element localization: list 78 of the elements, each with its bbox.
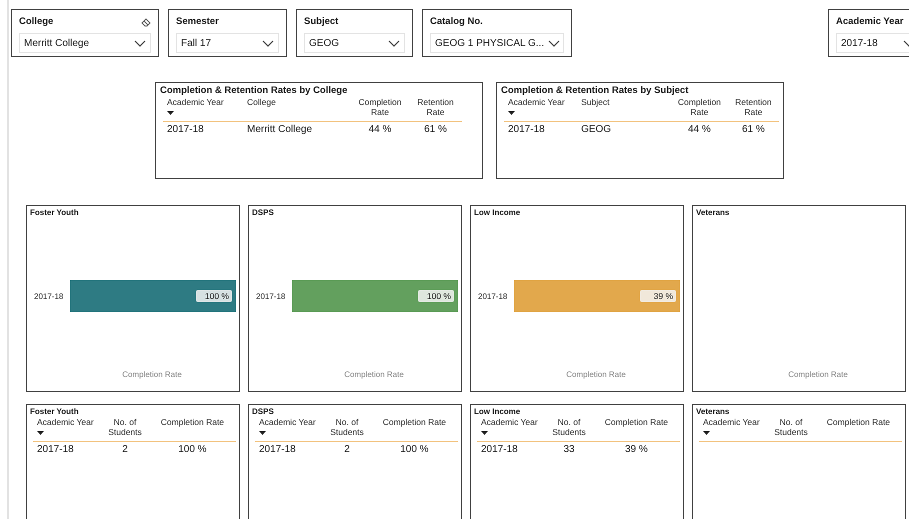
table-cell: 2017-18 [508,124,545,135]
chevron-icon [388,40,400,46]
chevron-icon [134,40,146,46]
filter-label: College [19,16,54,27]
column-header[interactable]: Academic Year [33,416,102,442]
table-cell: 2017-18 [37,444,74,455]
column-header[interactable]: Completion Rate [592,416,680,442]
column-header[interactable]: No. of Students [545,416,593,442]
table-title: Foster Youth [30,407,80,416]
table-cell: 33 [563,444,575,455]
table-title: Veterans [696,407,730,416]
table-cell: 2017-18 [481,444,518,455]
table-title: Completion & Retention Rates by Subject [501,85,690,96]
table-cell: 2 [344,444,350,455]
column-header[interactable]: College [243,96,351,122]
sort-arrow-icon [37,430,44,435]
axis-title: Completion Rate [788,370,848,379]
column-header[interactable]: Completion Rate [370,416,458,442]
column-header[interactable]: Academic Year [504,96,578,122]
column-header[interactable]: Academic Year [699,416,768,442]
table-title: DSPS [252,407,275,416]
data-label: 100 % [418,290,454,302]
axis-title: Completion Rate [566,370,626,379]
chart-title: DSPS [252,208,275,217]
axis-title: Completion Rate [122,370,182,379]
column-header[interactable]: Completion Rate [351,96,409,122]
table-title: Completion & Retention Rates by College [160,85,348,96]
column-header[interactable]: Subject [577,96,672,122]
column-header[interactable]: No. of Students [323,416,371,442]
filter-dropdown[interactable]: Merritt College [19,33,151,53]
filter-label: Academic Year [836,16,904,27]
sort-arrow-icon [259,430,266,435]
column-header[interactable]: Academic Year [255,416,324,442]
column-header[interactable]: Academic Year [163,96,243,122]
sort-arrow-icon [167,110,174,115]
chart-title: Low Income [474,208,522,217]
table-cell: 2 [122,444,128,455]
filter-dropdown[interactable]: 2017-18 [836,33,909,53]
table-cell: 2017-18 [167,124,204,135]
axis-label: 2017-18 [478,292,508,301]
table-cell: Merritt College [247,124,312,135]
column-header[interactable]: No. of Students [767,416,815,442]
table-cell: 61 % [742,124,765,135]
column-header[interactable]: No. of Students [101,416,149,442]
sort-arrow-icon [481,430,488,435]
sort-arrow-icon [508,110,515,115]
column-header[interactable]: Completion Rate [671,96,728,122]
filter-dropdown[interactable]: GEOG 1 PHYSICAL G... [430,33,564,53]
eraser-icon[interactable] [141,16,151,26]
column-header[interactable]: Completion Rate [814,416,902,442]
table-cell: 2017-18 [259,444,296,455]
filter-dropdown[interactable]: GEOG [304,33,405,53]
axis-title: Completion Rate [344,370,404,379]
column-header[interactable]: Academic Year [477,416,546,442]
axis-label: 2017-18 [34,292,64,301]
table-cell: 100 % [400,444,429,455]
sort-arrow-icon [703,430,710,435]
chart-title: Veterans [696,208,730,217]
data-label: 39 % [640,290,676,302]
column-header[interactable]: Completion Rate [148,416,236,442]
column-header[interactable]: Retention Rate [728,96,779,122]
table-cell: GEOG [581,124,612,135]
filter-dropdown[interactable]: Fall 17 [176,33,279,53]
filter-label: Subject [304,16,338,27]
chart-title: Foster Youth [30,208,80,217]
data-label: 100 % [196,290,232,302]
table-cell: 100 % [178,444,207,455]
filter-label: Catalog No. [430,16,483,27]
table-cell: 39 % [624,444,648,455]
table-cell: 44 % [368,124,392,135]
axis-label: 2017-18 [256,292,286,301]
filter-label: Semester [176,16,219,27]
chevron-icon [262,40,274,46]
table-cell: 61 % [424,124,447,135]
table-title: Low Income [474,407,522,416]
chevron-icon [548,40,560,46]
table-cell: 44 % [688,124,711,135]
column-header[interactable]: Retention Rate [409,96,462,122]
